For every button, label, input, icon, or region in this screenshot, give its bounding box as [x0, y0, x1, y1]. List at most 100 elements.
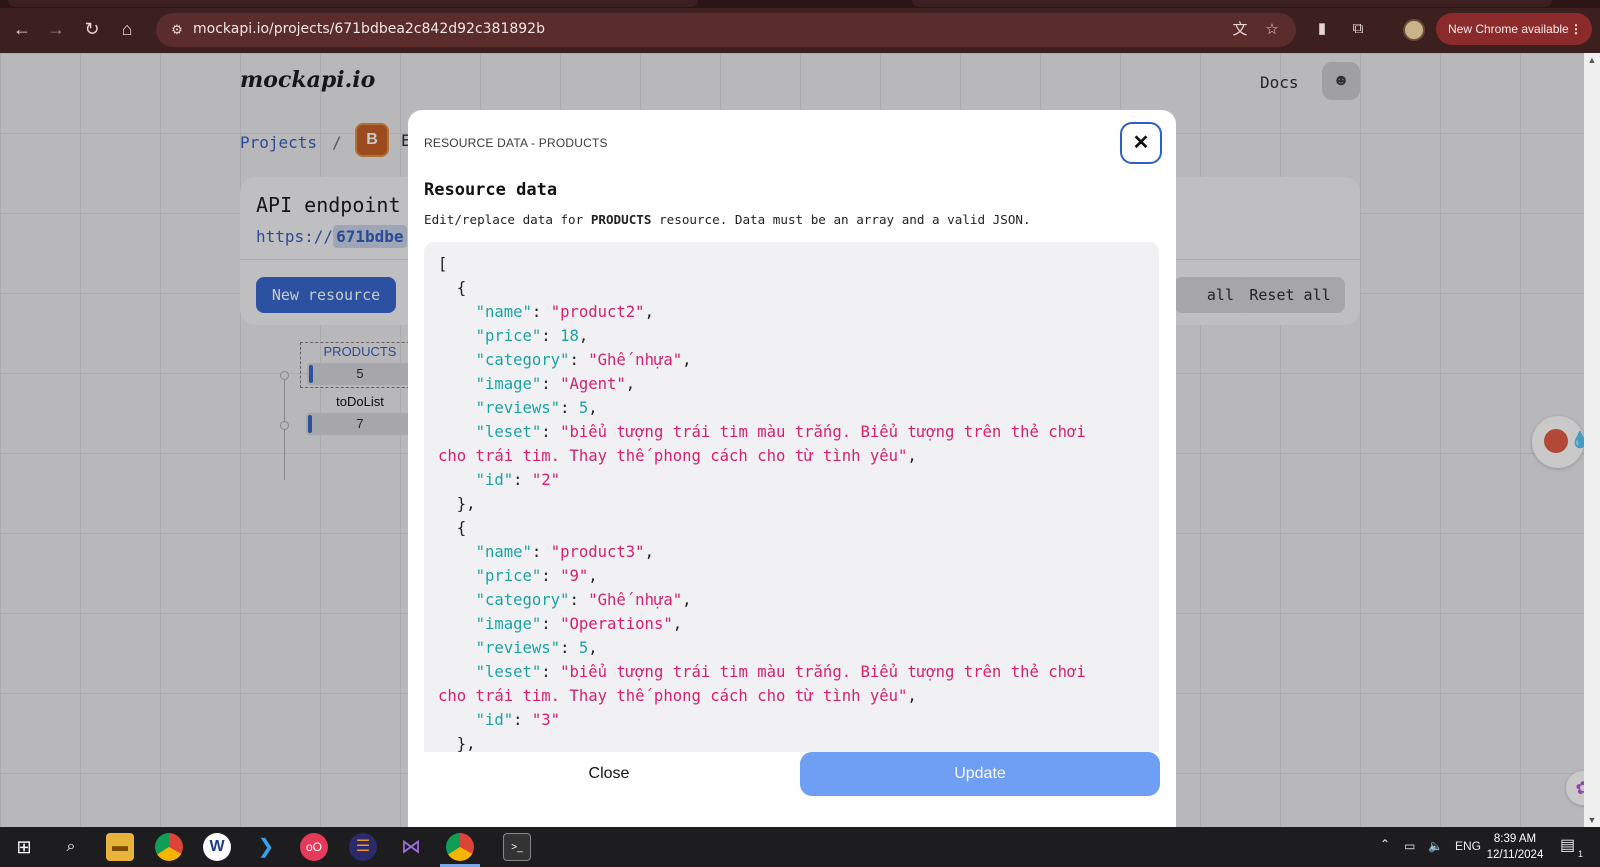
code-token: ,: [644, 543, 654, 561]
update-button[interactable]: Update: [800, 752, 1160, 796]
modal-footer: Close Update: [408, 752, 1176, 827]
json-editor[interactable]: [ { "name": "product2", "price": 18, "ca…: [424, 242, 1159, 752]
code-line: "id": "2": [438, 468, 1145, 492]
code-token: [: [438, 255, 448, 273]
code-line: "leset": "biểu tượng trái tim màu trắng.…: [438, 420, 1145, 444]
tab-strip: [0, 0, 1600, 8]
desc-text: Edit/replace data for: [424, 212, 591, 227]
code-token: "Ghế nhựa": [588, 591, 683, 609]
bookmark-star-icon[interactable]: ☆: [1262, 21, 1282, 39]
volume-muted-icon[interactable]: 🔈: [1428, 839, 1443, 853]
browser-tab[interactable]: [8, 0, 698, 7]
menu-dots-icon[interactable]: ⋮: [1570, 13, 1582, 45]
code-token: "biểu tượng trái tim màu trắng. Biểu tượ…: [560, 423, 1086, 441]
app-oo-icon[interactable]: oO: [300, 833, 328, 861]
tray-chevron-icon[interactable]: ⌃: [1380, 837, 1390, 851]
code-line: "image": "Operations",: [438, 612, 1145, 636]
wordpad-icon[interactable]: W: [203, 833, 231, 861]
code-token: ,: [588, 567, 598, 585]
extensions-puzzle-icon[interactable]: ⧉: [1348, 19, 1368, 39]
clock-time: 8:39 AM: [1493, 833, 1537, 845]
code-token: ,: [625, 375, 636, 393]
system-clock[interactable]: 8:39 AM 12/11/2024: [1480, 831, 1550, 863]
forward-icon[interactable]: →: [44, 17, 68, 41]
code-line: "reviews": 5,: [438, 396, 1145, 420]
home-icon[interactable]: ⌂: [115, 17, 139, 41]
code-line: cho trái tim. Thay thế phong cách cho từ…: [438, 684, 1145, 708]
code-token: :: [513, 471, 532, 489]
code-token: "leset": [475, 663, 542, 681]
network-icon[interactable]: ▭: [1404, 839, 1415, 853]
site-info-icon[interactable]: ⚙: [168, 21, 186, 39]
modal-title: Resource data: [424, 180, 558, 200]
code-token: ,: [578, 327, 589, 345]
back-icon[interactable]: ←: [10, 17, 34, 41]
code-token: "product3": [550, 543, 645, 561]
vscode-icon[interactable]: ❯: [252, 833, 280, 861]
code-line: "name": "product3",: [438, 540, 1145, 564]
search-icon[interactable]: ⌕: [57, 833, 85, 861]
code-token: :: [541, 663, 561, 681]
page-scrollbar[interactable]: ▲ ▼: [1584, 53, 1600, 827]
windows-taskbar: ⊞ ⌕ ▬ W ❯ oO ☰ ⋈ >_ ⌃ ▭ 🔈 ENG 8:39 AM 12…: [0, 827, 1600, 867]
code-token: "3": [531, 711, 561, 729]
language-indicator[interactable]: ENG: [1455, 839, 1481, 853]
code-token: :: [513, 711, 532, 729]
code-token: {: [438, 279, 467, 297]
code-line: {: [438, 276, 1145, 300]
code-line: "category": "Ghế nhựa",: [438, 588, 1145, 612]
code-token: ,: [672, 615, 683, 633]
visual-studio-icon[interactable]: ⋈: [397, 833, 425, 861]
code-token: "id": [475, 471, 514, 489]
close-icon[interactable]: ✕: [1120, 122, 1162, 164]
url-text[interactable]: mockapi.io/projects/671bdbea2c842d92c381…: [193, 21, 545, 37]
code-token: ,: [682, 591, 692, 609]
profile-avatar[interactable]: [1403, 19, 1425, 41]
code-token: {: [438, 519, 467, 537]
close-button[interactable]: Close: [424, 752, 794, 796]
scroll-up-icon[interactable]: ▲: [1587, 55, 1597, 65]
notification-count: 1: [1578, 849, 1584, 859]
code-token: "9": [560, 567, 589, 585]
code-token: 5: [578, 639, 589, 657]
code-token: cho trái tim. Thay thế phong cách cho từ…: [438, 447, 908, 465]
windows-start-icon[interactable]: ⊞: [10, 833, 38, 861]
chrome-icon[interactable]: [155, 833, 183, 861]
code-token: :: [569, 351, 589, 369]
eclipse-icon[interactable]: ☰: [349, 833, 377, 861]
extension-icon[interactable]: ▮: [1312, 19, 1332, 39]
code-token: "category": [475, 351, 570, 369]
code-line: "leset": "biểu tượng trái tim màu trắng.…: [438, 660, 1145, 684]
code-token: "name": [475, 543, 532, 561]
code-line: cho trái tim. Thay thế phong cách cho từ…: [438, 444, 1145, 468]
code-token: :: [560, 399, 579, 417]
code-token: },: [438, 495, 476, 513]
terminal-icon[interactable]: >_: [503, 833, 531, 861]
chrome-active-icon[interactable]: [446, 833, 474, 861]
translate-icon[interactable]: 文: [1230, 21, 1250, 39]
browser-tab[interactable]: [912, 0, 1552, 7]
notification-icon[interactable]: ▤: [1560, 835, 1575, 855]
code-token: "Operations": [560, 615, 673, 633]
file-explorer-icon[interactable]: ▬: [106, 833, 134, 861]
code-token: "2": [531, 471, 561, 489]
address-bar[interactable]: ⚙ mockapi.io/projects/671bdbea2c842d92c3…: [156, 13, 1296, 47]
code-token: ,: [907, 447, 917, 465]
code-token: :: [569, 591, 589, 609]
code-token: "category": [475, 591, 570, 609]
code-token: "price": [475, 567, 542, 585]
reload-icon[interactable]: ↻: [80, 17, 104, 41]
code-token: :: [560, 639, 579, 657]
scroll-down-icon[interactable]: ▼: [1587, 815, 1597, 825]
code-token: :: [541, 327, 561, 345]
new-chrome-button[interactable]: New Chrome available ⋮: [1436, 13, 1592, 45]
code-token: :: [531, 543, 551, 561]
code-line: "price": 18,: [438, 324, 1145, 348]
code-token: "image": [475, 375, 542, 393]
